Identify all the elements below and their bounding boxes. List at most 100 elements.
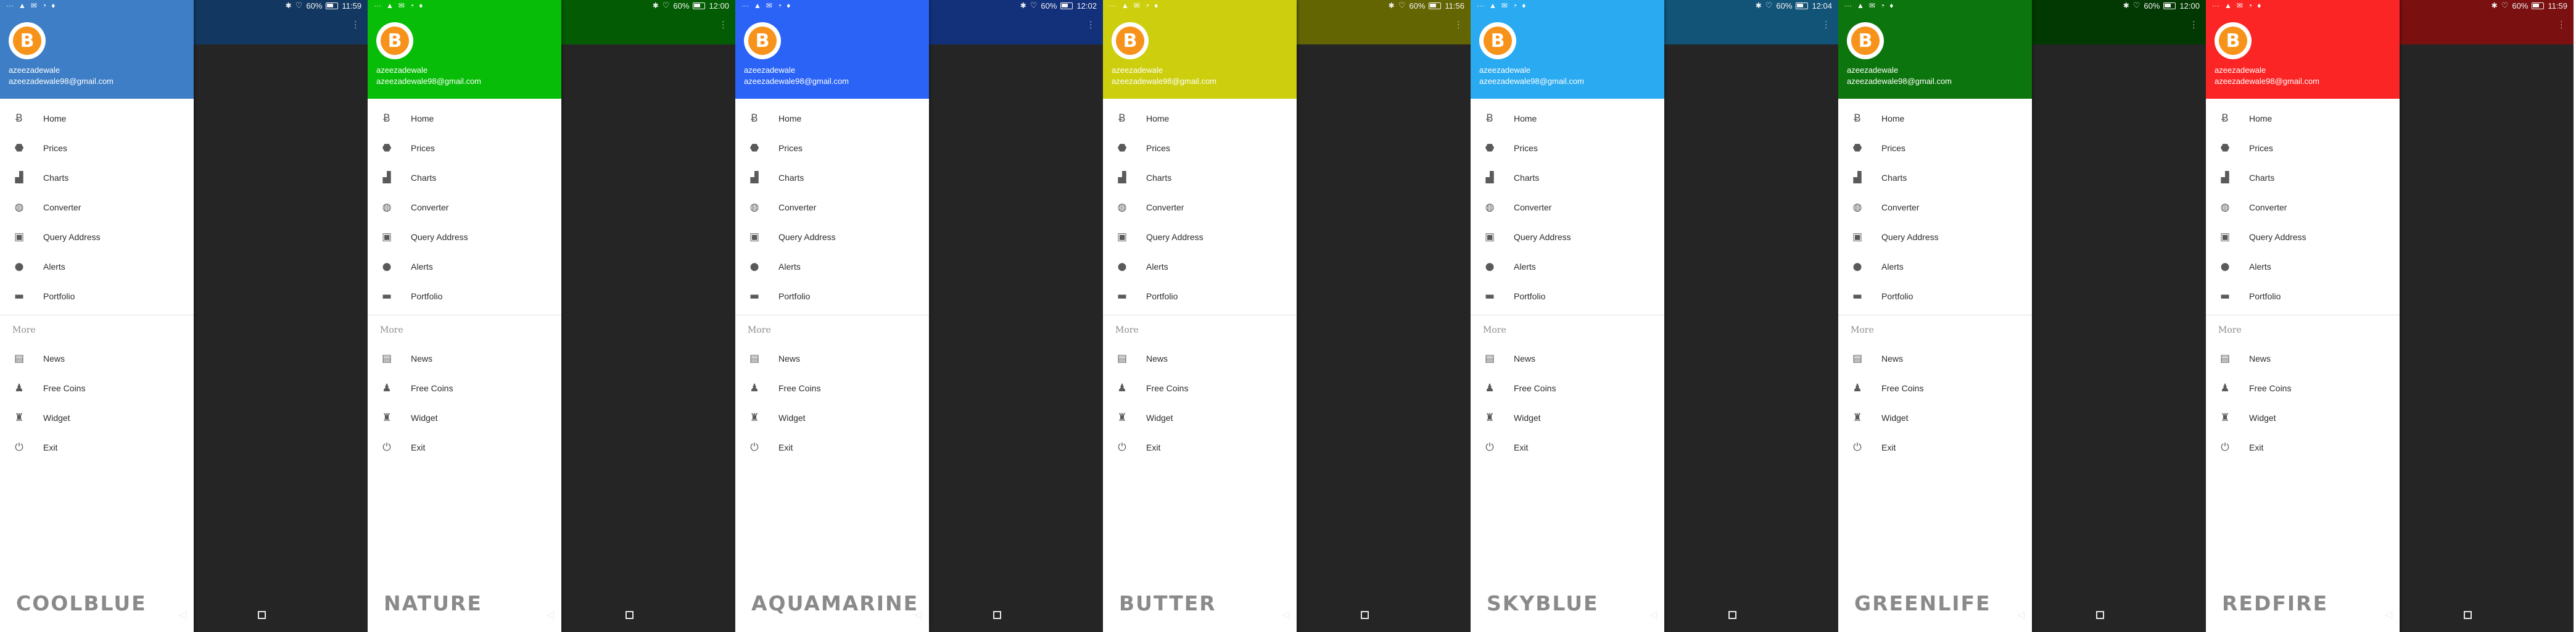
recents-icon[interactable] <box>1361 611 1369 619</box>
menu-item-query-address[interactable]: ▣ Query Address <box>0 222 194 252</box>
menu-item-home[interactable]: Ƀ Home <box>368 104 561 133</box>
back-icon[interactable]: ◁ <box>1282 609 1289 621</box>
scrim[interactable] <box>1297 0 1471 632</box>
menu-item-exit[interactable]: ⏻ Exit <box>735 433 929 462</box>
avatar[interactable]: B <box>9 22 46 59</box>
menu-item-free-coins[interactable]: ♟ Free Coins <box>2206 373 2400 403</box>
recents-icon[interactable] <box>993 611 1001 619</box>
menu-item-prices[interactable]: ⬣ Prices <box>1103 133 1297 163</box>
menu-item-home[interactable]: Ƀ Home <box>1838 104 2032 133</box>
scrim[interactable] <box>561 0 735 632</box>
scrim[interactable] <box>2400 0 2574 632</box>
menu-item-news[interactable]: ▤ News <box>1103 344 1297 373</box>
menu-item-news[interactable]: ▤ News <box>2206 344 2400 373</box>
menu-item-converter[interactable]: ◍ Converter <box>0 193 194 222</box>
menu-item-portfolio[interactable]: ▬ Portfolio <box>0 281 194 311</box>
menu-item-query-address[interactable]: ▣ Query Address <box>735 222 929 252</box>
menu-item-portfolio[interactable]: ▬ Portfolio <box>1103 281 1297 311</box>
menu-item-alerts[interactable]: ● Alerts <box>1471 252 1664 281</box>
menu-item-alerts[interactable]: ● Alerts <box>1838 252 2032 281</box>
back-icon[interactable]: ◁ <box>1649 609 1657 621</box>
menu-item-alerts[interactable]: ● Alerts <box>1103 252 1297 281</box>
avatar[interactable]: B <box>376 22 413 59</box>
menu-item-alerts[interactable]: ● Alerts <box>735 252 929 281</box>
scrim[interactable] <box>929 0 1103 632</box>
scrim[interactable] <box>2032 0 2206 632</box>
menu-item-prices[interactable]: ⬣ Prices <box>1471 133 1664 163</box>
menu-item-charts[interactable]: ▟ Charts <box>1471 163 1664 193</box>
menu-item-free-coins[interactable]: ♟ Free Coins <box>0 373 194 403</box>
menu-item-converter[interactable]: ◍ Converter <box>1838 193 2032 222</box>
menu-item-prices[interactable]: ⬣ Prices <box>0 133 194 163</box>
overflow-menu-icon[interactable]: · · · <box>722 17 725 31</box>
menu-item-free-coins[interactable]: ♟ Free Coins <box>1838 373 2032 403</box>
menu-item-prices[interactable]: ⬣ Prices <box>735 133 929 163</box>
menu-item-converter[interactable]: ◍ Converter <box>2206 193 2400 222</box>
menu-item-charts[interactable]: ▟ Charts <box>0 163 194 193</box>
menu-item-portfolio[interactable]: ▬ Portfolio <box>2206 281 2400 311</box>
menu-item-free-coins[interactable]: ♟ Free Coins <box>735 373 929 403</box>
menu-item-home[interactable]: Ƀ Home <box>2206 104 2400 133</box>
overflow-menu-icon[interactable]: · · · <box>1457 17 1460 31</box>
menu-item-portfolio[interactable]: ▬ Portfolio <box>368 281 561 311</box>
menu-item-home[interactable]: Ƀ Home <box>735 104 929 133</box>
menu-item-widget[interactable]: ♜ Widget <box>0 403 194 433</box>
menu-item-widget[interactable]: ♜ Widget <box>368 403 561 433</box>
menu-item-widget[interactable]: ♜ Widget <box>735 403 929 433</box>
avatar[interactable]: B <box>1479 22 1516 59</box>
menu-item-portfolio[interactable]: ▬ Portfolio <box>735 281 929 311</box>
menu-item-charts[interactable]: ▟ Charts <box>2206 163 2400 193</box>
avatar[interactable]: B <box>744 22 781 59</box>
menu-item-prices[interactable]: ⬣ Prices <box>1838 133 2032 163</box>
menu-item-home[interactable]: Ƀ Home <box>0 104 194 133</box>
menu-item-charts[interactable]: ▟ Charts <box>368 163 561 193</box>
menu-item-widget[interactable]: ♜ Widget <box>2206 403 2400 433</box>
menu-item-query-address[interactable]: ▣ Query Address <box>368 222 561 252</box>
recents-icon[interactable] <box>1728 611 1736 619</box>
menu-item-converter[interactable]: ◍ Converter <box>1471 193 1664 222</box>
menu-item-converter[interactable]: ◍ Converter <box>368 193 561 222</box>
menu-item-news[interactable]: ▤ News <box>0 344 194 373</box>
menu-item-prices[interactable]: ⬣ Prices <box>368 133 561 163</box>
menu-item-exit[interactable]: ⏻ Exit <box>1103 433 1297 462</box>
menu-item-query-address[interactable]: ▣ Query Address <box>1103 222 1297 252</box>
menu-item-exit[interactable]: ⏻ Exit <box>1471 433 1664 462</box>
recents-icon[interactable] <box>258 611 266 619</box>
menu-item-news[interactable]: ▤ News <box>1471 344 1664 373</box>
menu-item-converter[interactable]: ◍ Converter <box>1103 193 1297 222</box>
menu-item-alerts[interactable]: ● Alerts <box>2206 252 2400 281</box>
scrim[interactable] <box>194 0 368 632</box>
scrim[interactable] <box>1664 0 1838 632</box>
avatar[interactable]: B <box>1847 22 1884 59</box>
menu-item-exit[interactable]: ⏻ Exit <box>2206 433 2400 462</box>
menu-item-portfolio[interactable]: ▬ Portfolio <box>1838 281 2032 311</box>
menu-item-charts[interactable]: ▟ Charts <box>1838 163 2032 193</box>
menu-item-home[interactable]: Ƀ Home <box>1103 104 1297 133</box>
menu-item-exit[interactable]: ⏻ Exit <box>368 433 561 462</box>
menu-item-charts[interactable]: ▟ Charts <box>735 163 929 193</box>
menu-item-news[interactable]: ▤ News <box>1838 344 2032 373</box>
overflow-menu-icon[interactable]: · · · <box>2192 17 2195 31</box>
menu-item-query-address[interactable]: ▣ Query Address <box>1471 222 1664 252</box>
menu-item-news[interactable]: ▤ News <box>368 344 561 373</box>
recents-icon[interactable] <box>625 611 634 619</box>
avatar[interactable]: B <box>2215 22 2252 59</box>
overflow-menu-icon[interactable]: · · · <box>354 17 357 31</box>
back-icon[interactable]: ◁ <box>547 609 554 621</box>
recents-icon[interactable] <box>2096 611 2104 619</box>
menu-item-query-address[interactable]: ▣ Query Address <box>2206 222 2400 252</box>
menu-item-portfolio[interactable]: ▬ Portfolio <box>1471 281 1664 311</box>
menu-item-widget[interactable]: ♜ Widget <box>1471 403 1664 433</box>
menu-item-exit[interactable]: ⏻ Exit <box>0 433 194 462</box>
menu-item-charts[interactable]: ▟ Charts <box>1103 163 1297 193</box>
back-icon[interactable]: ◁ <box>179 609 186 621</box>
menu-item-alerts[interactable]: ● Alerts <box>0 252 194 281</box>
overflow-menu-icon[interactable]: · · · <box>1089 17 1092 31</box>
menu-item-exit[interactable]: ⏻ Exit <box>1838 433 2032 462</box>
menu-item-converter[interactable]: ◍ Converter <box>735 193 929 222</box>
menu-item-home[interactable]: Ƀ Home <box>1471 104 1664 133</box>
menu-item-widget[interactable]: ♜ Widget <box>1103 403 1297 433</box>
menu-item-alerts[interactable]: ● Alerts <box>368 252 561 281</box>
menu-item-news[interactable]: ▤ News <box>735 344 929 373</box>
back-icon[interactable]: ◁ <box>2385 609 2392 621</box>
